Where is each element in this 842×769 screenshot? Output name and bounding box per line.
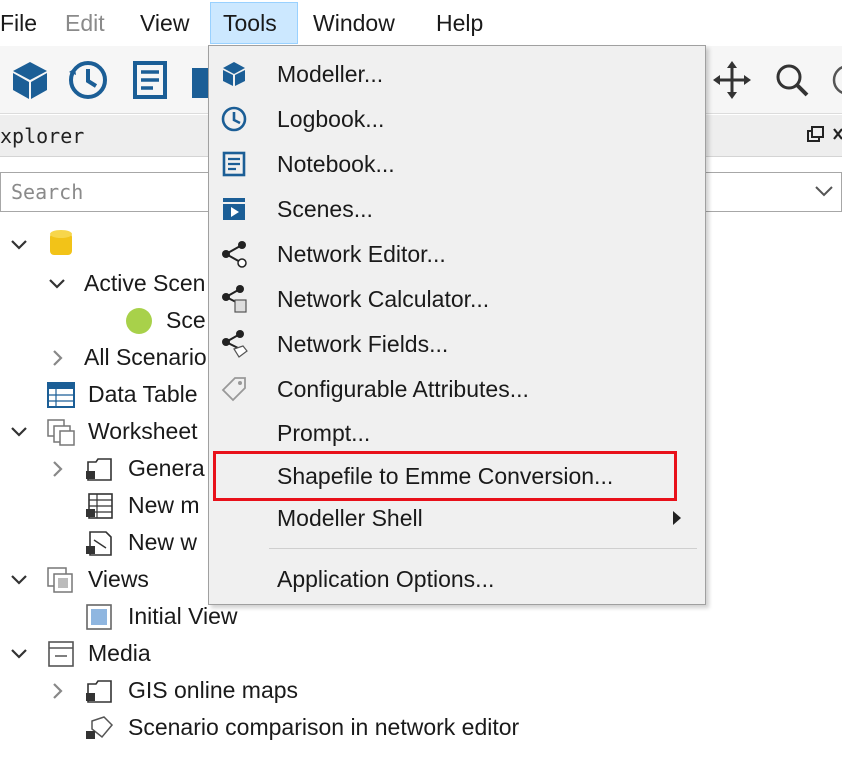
chevron-right-icon[interactable] [46,347,68,369]
menu-view[interactable]: View [128,2,201,44]
chevron-right-icon[interactable] [46,458,68,480]
submenu-arrow-icon [673,511,681,525]
chevron-down-icon[interactable] [8,569,30,591]
modeller-cube-icon[interactable] [8,58,52,102]
locked-folder-icon [86,680,112,703]
explorer-title: xplorer [0,124,85,148]
chevron-down-icon[interactable] [46,273,68,295]
tree-label: Worksheet [88,418,198,444]
panel-buttons [802,123,842,154]
tree-label: Data Table [88,381,198,407]
scenario-dot-icon [126,308,152,334]
menu-item-network-editor[interactable]: Network Editor... [209,232,705,276]
network-fields-icon [222,330,248,358]
notebook-icon[interactable] [128,58,172,102]
tree-label: Media [88,640,151,666]
tree-row-new-map[interactable]: New m [0,487,210,524]
chevron-down-icon[interactable] [8,234,30,256]
media-icon [48,641,74,667]
tree-label: Sce [166,307,206,333]
menu-file[interactable]: File [0,2,49,44]
locked-worksheet-icon [86,531,112,556]
menu-item-configurable-attributes[interactable]: Configurable Attributes... [209,367,705,411]
modeller-cube-icon [223,62,245,86]
tree-row-database[interactable] [0,226,200,263]
tree-row-media[interactable]: Media [0,635,300,672]
menu-window[interactable]: Window [301,2,407,44]
scenes-icon [223,198,245,220]
tree-label: New w [128,529,198,555]
chevron-down-icon[interactable] [8,421,30,443]
menu-item-network-calculator[interactable]: Network Calculator... [209,277,705,321]
zoom-search-icon[interactable] [770,58,814,102]
menu-item-label: Network Fields... [277,331,449,357]
menu-item-shapefile-to-emme[interactable]: Shapefile to Emme Conversion... [209,454,705,498]
tag-icon [221,377,246,402]
menu-item-notebook[interactable]: Notebook... [209,142,705,186]
menu-tools[interactable]: Tools [210,2,298,44]
network-editor-icon [222,241,247,268]
chevron-down-icon[interactable] [8,643,30,665]
menu-item-modeller-shell[interactable]: Modeller Shell [209,496,705,540]
menu-edit[interactable]: Edit [53,2,117,44]
tree-label: Scenario comparison in network editor [128,714,520,740]
tree-label: New m [128,492,200,518]
menu-item-network-fields[interactable]: Network Fields... [209,322,705,366]
float-window-icon[interactable] [802,123,842,149]
tools-menu-dropdown: Modeller... Logbook... Notebook... Scene… [208,45,706,605]
tree-row-general[interactable]: Genera [0,450,210,487]
network-calculator-icon [222,285,247,313]
menu-item-label: Scenes... [277,196,373,222]
tree-row-scenario[interactable]: Sce [0,302,210,339]
menu-item-label: Logbook... [277,106,385,132]
menu-item-label: Modeller... [277,61,384,87]
menu-item-label: Configurable Attributes... [277,376,529,402]
views-icon [47,567,73,593]
tree-row-worksheets[interactable]: Worksheet [0,413,210,450]
chevron-down-icon[interactable] [813,183,835,199]
locked-table-icon [86,493,113,519]
menu-item-label: Modeller Shell [277,505,423,531]
tree-row-data-tables[interactable]: Data Table [0,376,210,413]
menu-item-prompt[interactable]: Prompt... [209,411,705,455]
logbook-clock-icon [221,106,247,132]
tree-row-gis-online-maps[interactable]: GIS online maps [0,672,400,709]
database-icon [50,230,72,255]
menu-bar: File Edit View Tools Window Help [0,0,842,46]
tree-row-new-worksheet[interactable]: New w [0,524,210,561]
worksheets-folder-icon [47,419,75,446]
menu-item-label: Notebook... [277,151,395,177]
tree-row-scenario-comparison[interactable]: Scenario comparison in network editor [0,709,620,746]
data-table-icon [47,382,75,408]
tree-label: Active Scen [84,270,206,296]
locked-tag-icon [86,716,114,739]
tree-label: Genera [128,455,205,481]
menu-item-label: Network Calculator... [277,286,490,312]
menu-item-modeller[interactable]: Modeller... [209,52,705,96]
menu-item-label: Shapefile to Emme Conversion... [277,463,614,489]
circle-icon[interactable] [826,58,842,102]
tree-row-all-scenarios[interactable]: All Scenario [0,339,210,376]
tree-row-active-scenario[interactable]: Active Scen [0,265,210,302]
menu-item-label: Application Options... [277,566,495,592]
menu-item-application-options[interactable]: Application Options... [209,557,705,601]
tree-label: All Scenario [84,344,207,370]
menu-separator [269,548,697,549]
locked-folder-icon [86,458,112,481]
menu-item-label: Network Editor... [277,241,446,267]
notebook-icon [222,151,246,177]
menu-item-scenes[interactable]: Scenes... [209,187,705,231]
menu-item-label: Prompt... [277,420,371,446]
menu-item-logbook[interactable]: Logbook... [209,97,705,141]
tree-label: Views [88,566,149,592]
logbook-clock-icon[interactable] [66,58,110,102]
menu-help[interactable]: Help [424,2,495,44]
view-icon [86,604,112,630]
tree-label: GIS online maps [128,677,299,703]
pan-move-icon[interactable] [710,58,754,102]
chevron-right-icon[interactable] [46,680,68,702]
